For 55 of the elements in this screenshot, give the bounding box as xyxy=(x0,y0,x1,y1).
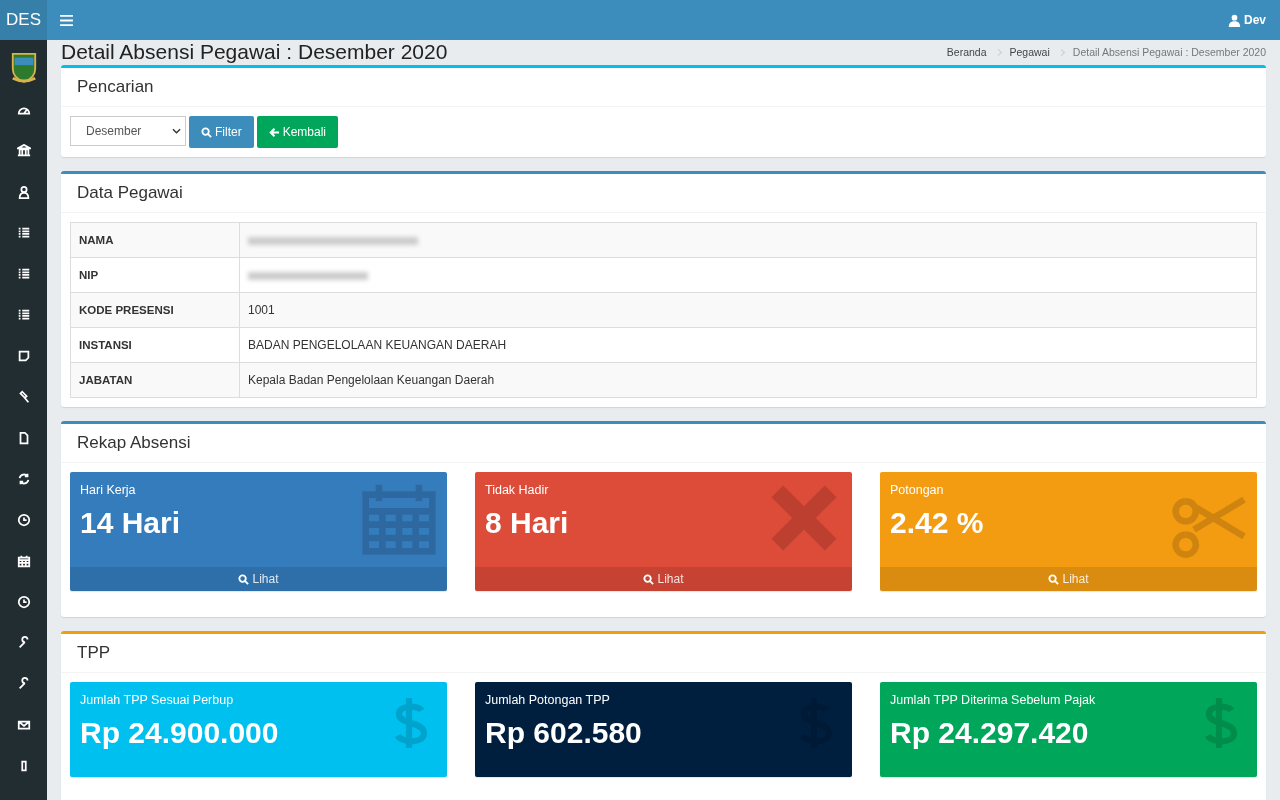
stat-value: Rp 24.900.000 xyxy=(80,716,280,750)
envelope-icon[interactable] xyxy=(16,718,31,732)
filter-button[interactable]: Filter xyxy=(189,116,254,148)
emblem-icon xyxy=(9,50,38,84)
field-label: JABATAN xyxy=(70,362,240,398)
search-icon xyxy=(238,573,250,585)
list-icon[interactable] xyxy=(16,308,31,322)
clock-icon[interactable] xyxy=(16,595,31,609)
field-value: Kepala Badan Pengelolaan Keuangan Daerah xyxy=(239,362,1257,398)
note-icon[interactable] xyxy=(16,349,31,363)
month-select[interactable]: Desember xyxy=(70,116,186,146)
menu-icon[interactable] xyxy=(60,14,73,26)
search-icon xyxy=(201,126,212,138)
user-icon xyxy=(1228,13,1241,27)
stat-value: 14 Hari xyxy=(80,506,182,540)
back-button[interactable]: Kembali xyxy=(256,116,339,148)
panel-title: Rekap Absensi xyxy=(77,433,191,452)
calendar-icon[interactable] xyxy=(16,554,31,568)
breadcrumb-link[interactable]: Beranda xyxy=(946,46,987,58)
stat-label: Jumlah Potongan TPP xyxy=(485,693,611,707)
user-icon[interactable] xyxy=(16,185,31,199)
view-link[interactable]: Lihat xyxy=(475,567,852,591)
logo[interactable]: DES xyxy=(0,0,47,40)
field-label: INSTANSI xyxy=(70,327,240,363)
stat-label: Potongan xyxy=(890,483,945,497)
stat-label: Jumlah TPP Sesuai Perbup xyxy=(80,693,235,707)
field-label: NIP xyxy=(70,257,240,293)
page-title: Detail Absensi Pegawai : Desember 2020 xyxy=(61,40,448,64)
arrow-left-icon xyxy=(268,126,280,138)
stat-value: Rp 602.580 xyxy=(485,716,643,750)
field-label: KODE PRESENSI xyxy=(70,292,240,328)
list-icon[interactable] xyxy=(16,226,31,240)
bank-icon[interactable] xyxy=(16,144,31,158)
stat-label: Tidak Hadir xyxy=(485,483,550,497)
panel-title: Pencarian xyxy=(77,77,154,96)
stat-value: 8 Hari xyxy=(485,506,570,540)
field-value: 1001 xyxy=(239,292,1257,328)
stat-label: Jumlah TPP Diterima Sebelum Pajak xyxy=(890,693,1097,707)
refresh-icon[interactable] xyxy=(16,472,31,486)
view-link[interactable]: Lihat xyxy=(880,567,1257,591)
panel-title: TPP xyxy=(77,643,111,662)
list-icon[interactable] xyxy=(16,267,31,281)
stat-value: Rp 24.297.420 xyxy=(890,716,1090,750)
view-link[interactable]: Lihat xyxy=(70,567,447,591)
field-label: NAMA xyxy=(70,222,240,258)
search-icon xyxy=(643,573,655,585)
stat-label: Hari Kerja xyxy=(80,483,137,497)
clock-icon[interactable] xyxy=(16,513,31,527)
panel-title: Data Pegawai xyxy=(77,183,183,202)
stat-value: 2.42 % xyxy=(890,506,985,540)
search-icon xyxy=(1048,573,1060,585)
field-value: BADAN PENGELOLAAN KEUANGAN DAERAH xyxy=(239,327,1257,363)
user-menu[interactable]: Dev xyxy=(1228,13,1266,27)
chevron-icon xyxy=(172,128,181,134)
breadcrumb-link[interactable]: Pegawai xyxy=(1009,46,1050,58)
